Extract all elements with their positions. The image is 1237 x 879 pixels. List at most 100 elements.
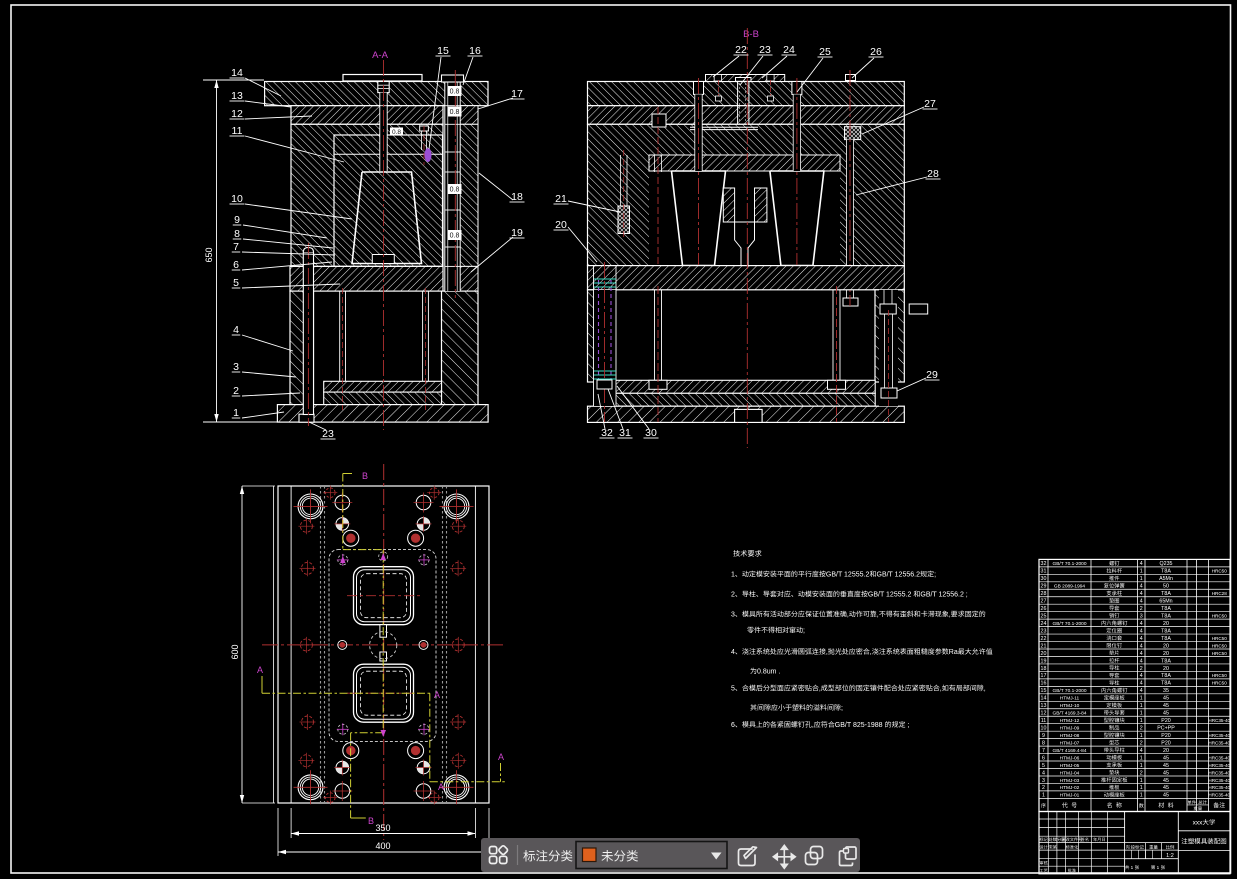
svg-text:HTMJ-03: HTMJ-03	[1060, 778, 1080, 784]
svg-text:,: ,	[949, 612, 951, 619]
svg-text:1: 1	[1140, 718, 1143, 724]
svg-text:31: 31	[619, 427, 631, 439]
svg-text:4: 4	[1140, 636, 1143, 642]
svg-text:;: ;	[841, 705, 843, 712]
svg-text:22: 22	[735, 44, 747, 56]
svg-text:10: 10	[231, 193, 243, 205]
svg-text:2: 2	[1140, 606, 1143, 612]
svg-text:28: 28	[927, 168, 939, 180]
svg-text:15: 15	[437, 45, 449, 57]
svg-text:27: 27	[1041, 599, 1047, 605]
svg-text:HRC35-40: HRC35-40	[1208, 770, 1230, 775]
svg-text:3: 3	[731, 612, 735, 619]
svg-text:B-B: B-B	[743, 29, 759, 40]
svg-text:4: 4	[1140, 599, 1143, 605]
svg-text:4: 4	[1140, 658, 1143, 664]
svg-text:350: 350	[375, 823, 390, 833]
svg-text:32: 32	[1041, 561, 1047, 567]
svg-text:B: B	[362, 471, 368, 481]
svg-text:600: 600	[230, 644, 240, 659]
svg-text:HRC35-40: HRC35-40	[1208, 763, 1230, 768]
svg-text:HRC35-40: HRC35-40	[1208, 778, 1230, 783]
svg-text:2: 2	[731, 592, 735, 599]
svg-text:2: 2	[1042, 785, 1045, 791]
svg-text:HRC28: HRC28	[1212, 591, 1228, 596]
svg-text:20: 20	[555, 219, 567, 231]
svg-text:27: 27	[924, 98, 936, 110]
svg-text:HTMJ-08: HTMJ-08	[1060, 733, 1080, 739]
svg-text:GB/T 70.1-2000: GB/T 70.1-2000	[1052, 688, 1086, 694]
svg-text:A: A	[498, 752, 504, 762]
svg-text:4: 4	[1140, 688, 1143, 694]
svg-text:0.8: 0.8	[450, 233, 460, 240]
svg-text:T8A: T8A	[1161, 658, 1171, 664]
svg-text:A: A	[438, 782, 444, 792]
svg-text:1: 1	[1140, 778, 1143, 784]
svg-text:GB/T 4169.4-84: GB/T 4169.4-84	[1052, 748, 1086, 754]
svg-text:25: 25	[1041, 613, 1047, 619]
svg-text:GB/T 70.1-2000: GB/T 70.1-2000	[1052, 561, 1086, 567]
svg-text:4: 4	[1140, 591, 1143, 597]
svg-text:45: 45	[1163, 763, 1169, 769]
svg-text:400: 400	[375, 841, 390, 851]
svg-text:23: 23	[322, 428, 334, 440]
svg-text:45: 45	[1163, 785, 1169, 791]
svg-text:7: 7	[1042, 748, 1045, 754]
svg-text:20: 20	[1163, 651, 1169, 657]
svg-text:1: 1	[1129, 865, 1134, 870]
svg-text:A: A	[434, 690, 440, 700]
svg-text:8: 8	[234, 228, 240, 240]
svg-text:;: ;	[803, 628, 805, 635]
svg-text:P20: P20	[1161, 740, 1170, 746]
svg-text:T8A: T8A	[1161, 606, 1171, 612]
svg-text:30: 30	[645, 427, 657, 439]
svg-text:HTMJ-10: HTMJ-10	[1060, 703, 1080, 709]
svg-text:3: 3	[1042, 778, 1045, 784]
svg-text:12: 12	[231, 108, 243, 120]
svg-text:T8A: T8A	[1161, 591, 1171, 597]
svg-text:11: 11	[1041, 718, 1047, 724]
svg-text:T8A: T8A	[1161, 628, 1171, 634]
svg-text:GB/T 12555.2: GB/T 12555.2	[826, 572, 870, 579]
svg-text:26: 26	[1041, 606, 1047, 612]
svg-text:3: 3	[1140, 613, 1143, 619]
svg-text:0.8: 0.8	[450, 89, 460, 96]
svg-text:28: 28	[1041, 591, 1047, 597]
svg-text:23: 23	[1041, 628, 1047, 634]
svg-text:HTMJ-07: HTMJ-07	[1060, 740, 1080, 746]
svg-text:T8A: T8A	[1161, 636, 1171, 642]
svg-text:1:2: 1:2	[1166, 853, 1174, 859]
svg-text:4: 4	[1140, 628, 1143, 634]
svg-text:20: 20	[1163, 666, 1169, 672]
svg-text:0.8: 0.8	[450, 187, 460, 194]
svg-text:1: 1	[1140, 696, 1143, 702]
svg-text:45: 45	[1163, 793, 1169, 799]
svg-text:45: 45	[1163, 703, 1169, 709]
svg-text:HTMJ-04: HTMJ-04	[1060, 770, 1080, 776]
svg-text:HRC50: HRC50	[1212, 569, 1228, 574]
svg-text:18: 18	[511, 191, 523, 203]
svg-text:0.8: 0.8	[450, 109, 460, 116]
svg-text:45: 45	[1163, 778, 1169, 784]
svg-text:,: ,	[826, 649, 828, 656]
svg-text:22: 22	[1041, 636, 1047, 642]
svg-text:14: 14	[231, 67, 243, 79]
svg-text:HRC35-40: HRC35-40	[1208, 740, 1230, 745]
svg-text:GB/T 12556.2: GB/T 12556.2	[877, 572, 921, 579]
svg-text:45: 45	[1163, 711, 1169, 717]
svg-text:20: 20	[1041, 651, 1047, 657]
svg-text:2: 2	[1140, 740, 1143, 746]
svg-text:T8A: T8A	[1161, 681, 1171, 687]
svg-text:T8A: T8A	[1161, 673, 1171, 679]
svg-text:HTMJ-11: HTMJ-11	[1060, 696, 1080, 702]
svg-text:,: ,	[847, 612, 849, 619]
svg-text:1: 1	[1140, 733, 1143, 739]
svg-text:,: ,	[870, 649, 872, 656]
svg-text:6: 6	[1042, 755, 1045, 761]
svg-text:65Mn: 65Mn	[1159, 599, 1172, 605]
svg-text:HTMJ-06: HTMJ-06	[1060, 755, 1080, 761]
svg-text:5: 5	[731, 686, 735, 693]
svg-text:1: 1	[1155, 865, 1160, 870]
svg-text:T8A: T8A	[1161, 613, 1171, 619]
svg-text:4: 4	[1140, 651, 1143, 657]
